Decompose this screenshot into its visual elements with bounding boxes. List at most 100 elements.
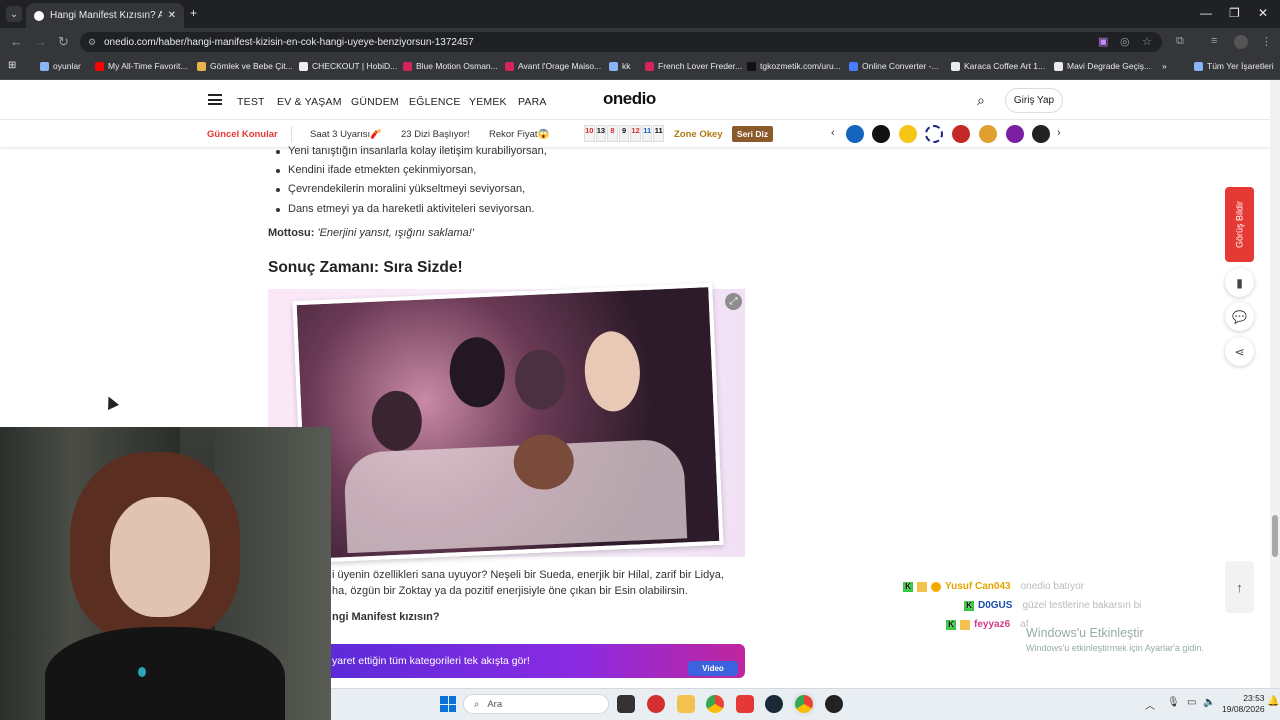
scrollbar-thumb[interactable] [1272, 515, 1278, 557]
more-bookmarks-icon[interactable]: » [1162, 61, 1167, 71]
bookmark-item[interactable]: Avant l'Orage Maiso... [505, 61, 601, 71]
nav-item[interactable]: GÜNDEM [351, 96, 399, 108]
bookmark-icon[interactable]: ▮ [1225, 268, 1254, 297]
volume-icon[interactable]: 🔈 [1203, 697, 1215, 708]
close-window-button[interactable]: ✕ [1258, 6, 1268, 20]
feedback-button[interactable]: Görüş Bildir [1225, 187, 1254, 262]
carousel-prev-icon[interactable]: ‹ [831, 127, 835, 139]
brand-circle-icon[interactable] [979, 125, 997, 143]
hamburger-menu-icon[interactable] [208, 94, 222, 105]
windows-start-icon[interactable] [440, 696, 456, 712]
taskbar-search[interactable]: ⌕ Ara [463, 694, 609, 714]
topic-link[interactable]: Saat 3 Uyarısı🧨 [310, 129, 382, 140]
app-icon[interactable] [647, 695, 665, 713]
bullet [276, 150, 280, 154]
brand-circle-icon[interactable] [846, 125, 864, 143]
kick-badge-icon: K [964, 600, 974, 611]
bullet [276, 169, 280, 173]
brand-circle-icon[interactable] [925, 125, 943, 143]
bookmark-item[interactable]: tgkozmetik.com/uru... [747, 61, 841, 71]
taskbar-clock[interactable]: 23:53 19/08/2026 [1222, 693, 1265, 715]
bookmark-item[interactable]: CHECKOUT | HobiD... [299, 61, 397, 71]
scroll-to-top-button[interactable]: ↑ [1225, 561, 1254, 613]
motto-label: Mottosu: [268, 227, 315, 239]
reload-icon[interactable]: ↻ [58, 34, 69, 50]
nav-item[interactable]: PARA [518, 96, 547, 108]
nav-item[interactable]: EĞLENCE [409, 96, 461, 108]
forward-arrow-icon[interactable]: → [34, 34, 47, 49]
bookmark-item[interactable]: kk [609, 61, 631, 71]
expand-icon[interactable]: ⤢ [725, 293, 742, 310]
profile-avatar[interactable] [1234, 35, 1248, 49]
bookmark-item[interactable]: French Lover Freder... [645, 61, 742, 71]
bookmark-item[interactable]: Blue Motion Osman... [403, 61, 498, 71]
search-icon[interactable]: ⌕ [977, 92, 985, 109]
obs-icon[interactable] [825, 695, 843, 713]
site-info-icon[interactable]: ⚙ [88, 37, 96, 48]
topic-link[interactable]: Rekor Fiyat😱 [489, 129, 549, 140]
notification-icon[interactable]: 🔔 [1267, 696, 1279, 707]
microphone-icon[interactable]: 🎙 [1167, 697, 1180, 708]
bookmark-item[interactable]: Tüm Yer İşaretleri [1194, 61, 1274, 71]
nav-item[interactable]: EV & YAŞAM [277, 96, 342, 108]
browser-tab-active[interactable]: Hangi Manifest Kızısın? Aura R... ✕ [26, 3, 184, 28]
comments-icon[interactable]: 💬 [1225, 302, 1254, 331]
tray-chevron-icon[interactable]: ︿ [1145, 697, 1155, 712]
menu-dots-icon[interactable]: ⋮ [1261, 35, 1272, 48]
tab-list-button[interactable]: ⌄ [6, 6, 22, 22]
bookmark-item[interactable]: oyunlar [40, 61, 81, 71]
bookmark-star-icon[interactable]: ☆ [1142, 35, 1152, 48]
extensions-puzzle-icon[interactable]: ⧉ [1176, 35, 1184, 48]
brand-circle-icon[interactable] [952, 125, 970, 143]
chrome-active-icon[interactable] [795, 695, 813, 713]
chat-badge-icon [931, 581, 941, 592]
chat-text: güzel testlerine bakarsın bi [1022, 600, 1142, 611]
group-photo[interactable] [292, 282, 724, 564]
back-arrow-icon[interactable]: ← [10, 34, 23, 49]
extension-icon[interactable]: ▣ [1098, 35, 1108, 48]
file-explorer-icon[interactable] [677, 695, 695, 713]
list-item: Dans etmeyi ya da hareketli aktiviteleri… [288, 203, 535, 215]
reading-list-icon[interactable]: ≡ [1211, 35, 1217, 47]
topic-link[interactable]: 23 Dizi Başlıyor! [401, 129, 470, 140]
bookmark-item[interactable]: My All-Time Favorit... [95, 61, 188, 71]
steam-icon[interactable] [765, 695, 783, 713]
share-icon[interactable]: ⋖ [1225, 337, 1254, 366]
task-view-icon[interactable] [617, 695, 635, 713]
bookmark-item[interactable]: Mavi Degrade Geçiş... [1054, 61, 1151, 71]
bookmark-item[interactable]: Karaca Coffee Art 1... [951, 61, 1045, 71]
chrome-icon[interactable] [706, 695, 724, 713]
bookmark-item[interactable]: Online Converter -... [849, 61, 939, 71]
brand-circle-icon[interactable] [1032, 125, 1050, 143]
brand-circle-icon[interactable] [899, 125, 917, 143]
chat-username: feyyaz6 [974, 619, 1011, 630]
seri-diz-link[interactable]: Seri Diz [732, 126, 773, 142]
clock-date: 19/08/2026 [1222, 704, 1265, 714]
bullet [276, 188, 280, 192]
bookmark-favicon-icon [645, 61, 654, 71]
brand-circle-icon[interactable] [1006, 125, 1024, 143]
minimize-button[interactable]: — [1200, 6, 1212, 20]
eye-off-icon[interactable]: ◎ [1120, 35, 1130, 48]
chat-message: K D0GUS güzel testlerine bakarsın bi [964, 600, 1141, 611]
page-scrollbar[interactable] [1270, 80, 1280, 688]
apps-grid-icon[interactable]: ⊞ [8, 60, 16, 71]
tab-close-icon[interactable]: ✕ [168, 10, 176, 21]
zone-okey-tiles[interactable]: 10 13 8 9 12 11 11 [584, 125, 665, 142]
nav-item[interactable]: TEST [237, 96, 265, 108]
app-icon[interactable] [736, 695, 754, 713]
carousel-next-icon[interactable]: › [1057, 127, 1061, 139]
login-button[interactable]: Giriş Yap [1005, 88, 1063, 113]
nav-item[interactable]: YEMEK [469, 96, 507, 108]
feed-banner[interactable]: yaret ettiğin tüm kategorileri tek akışt… [320, 644, 745, 678]
url-text: onedio.com/haber/hangi-manifest-kizisin-… [104, 37, 474, 48]
topics-label: Güncel Konular [207, 129, 278, 140]
video-button[interactable]: Video [688, 661, 738, 676]
maximize-button[interactable]: ❐ [1229, 6, 1240, 20]
bookmark-item[interactable]: Gömlek ve Bebe Çit... [197, 61, 293, 71]
new-tab-button[interactable]: + [190, 6, 197, 20]
network-icon[interactable]: ▭ [1187, 697, 1196, 708]
site-logo[interactable]: onedio [603, 89, 656, 109]
brand-circle-icon[interactable] [872, 125, 890, 143]
zone-okey-link[interactable]: Zone Okey [674, 129, 723, 140]
